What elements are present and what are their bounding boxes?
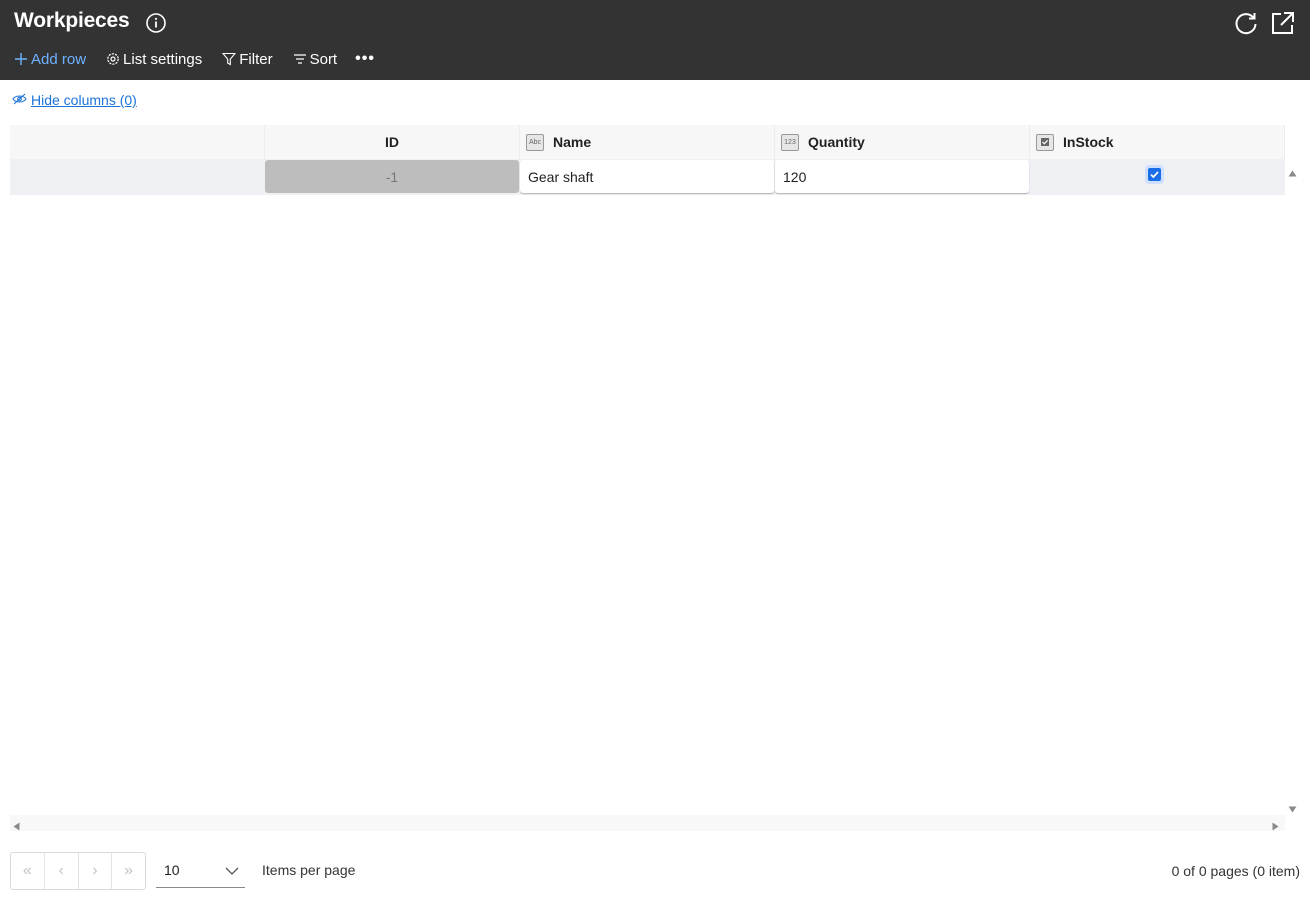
header-bar: Workpieces Add row List settings Filter <box>0 0 1310 80</box>
sort-icon <box>293 52 307 66</box>
eye-slash-icon <box>12 92 27 108</box>
column-header-quantity[interactable]: 123 Quantity <box>781 125 1029 159</box>
quantity-cell-input[interactable]: 120 <box>775 160 1029 193</box>
plus-icon <box>14 52 28 66</box>
hide-columns-link[interactable]: Hide columns (0) <box>12 92 137 108</box>
gear-icon <box>106 52 120 66</box>
filter-button[interactable]: Filter <box>222 50 273 68</box>
items-per-page-label: Items per page <box>262 862 356 878</box>
column-header-label: ID <box>385 134 399 150</box>
toolbar: Add row List settings Filter Sort ••• <box>14 48 375 70</box>
scroll-up-arrow-icon[interactable] <box>1288 164 1297 182</box>
add-row-button[interactable]: Add row <box>14 51 86 68</box>
chevron-down-icon <box>225 862 239 878</box>
pagination: « ‹ › » <box>10 852 146 890</box>
sort-label: Sort <box>309 50 338 68</box>
info-icon[interactable] <box>145 12 167 34</box>
page-size-select[interactable]: 10 <box>156 852 245 888</box>
column-divider <box>774 125 775 159</box>
more-options-button[interactable]: ••• <box>355 50 375 68</box>
scroll-left-arrow-icon[interactable] <box>13 818 20 836</box>
checkbox-type-icon <box>1036 133 1054 151</box>
column-divider <box>519 125 520 159</box>
column-header-label: Quantity <box>808 134 865 150</box>
number-type-icon: 123 <box>781 133 799 151</box>
horizontal-scrollbar[interactable] <box>10 815 1285 831</box>
name-cell-input[interactable]: Gear shaft <box>520 160 774 193</box>
instock-checkbox[interactable] <box>1145 165 1164 184</box>
column-header-label: Name <box>553 134 592 150</box>
scroll-right-arrow-icon[interactable] <box>1272 818 1279 836</box>
page-title: Workpieces <box>14 9 130 32</box>
scroll-down-arrow-icon[interactable] <box>1288 800 1297 818</box>
id-cell: -1 <box>265 160 519 193</box>
column-header-instock[interactable]: InStock <box>1036 125 1284 159</box>
table-row[interactable]: -1 Gear shaft 120 <box>10 159 1285 195</box>
list-settings-label: List settings <box>123 50 203 68</box>
text-type-icon: Abc <box>526 133 544 151</box>
sort-button[interactable]: Sort <box>293 50 338 68</box>
checkmark-icon <box>1148 168 1161 181</box>
list-settings-button[interactable]: List settings <box>106 51 202 68</box>
refresh-icon[interactable] <box>1232 9 1260 37</box>
column-header-label: InStock <box>1063 134 1114 150</box>
column-header-id[interactable]: ID <box>265 125 519 159</box>
last-page-button[interactable]: » <box>112 853 145 889</box>
previous-page-button[interactable]: ‹ <box>45 853 79 889</box>
filter-label: Filter <box>239 50 273 68</box>
open-external-icon[interactable] <box>1270 10 1296 36</box>
first-page-button[interactable]: « <box>11 853 45 889</box>
page-size-value: 10 <box>164 861 180 878</box>
grid-header-row: ID Abc Name 123 Quantity InStock <box>10 125 1285 159</box>
column-divider <box>1284 125 1285 159</box>
column-header-name[interactable]: Abc Name <box>526 125 774 159</box>
add-row-label: Add row <box>31 50 87 68</box>
page-info: 0 of 0 pages (0 item) <box>1171 863 1300 879</box>
next-page-button[interactable]: › <box>79 853 113 889</box>
filter-icon <box>222 52 237 66</box>
vertical-scrollbar[interactable] <box>1286 159 1299 815</box>
hide-columns-label: Hide columns (0) <box>31 92 137 108</box>
column-divider <box>1029 125 1030 159</box>
